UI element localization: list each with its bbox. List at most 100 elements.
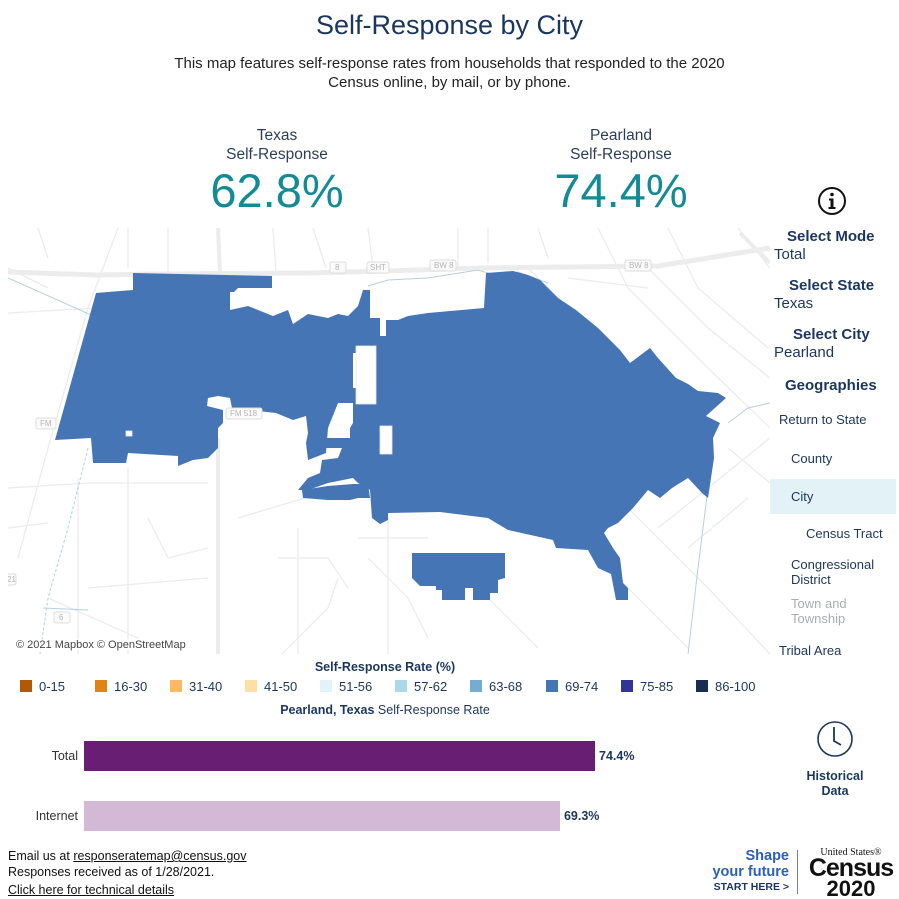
legend-label: 69-74	[565, 679, 599, 694]
legend-swatch	[395, 680, 407, 692]
select-mode-dropdown[interactable]: Total	[774, 246, 806, 263]
subtitle-line-2: Census online, by mail, or by phone.	[328, 74, 571, 91]
historical-label-line-2: Data	[821, 784, 849, 798]
svg-text:SHT: SHT	[370, 263, 386, 272]
legend-label: 57-62	[414, 679, 448, 694]
svg-text:FM: FM	[40, 419, 52, 428]
geo-town-and-township: Town and Township	[791, 596, 847, 626]
legend-swatch	[170, 680, 182, 692]
geo-return-to-state[interactable]: Return to State	[770, 412, 896, 427]
map-svg[interactable]: 8 SHT BW 8 BW 8 FM FM 518 21 6	[8, 228, 770, 654]
census-2020-logo: United States® Census 2020	[805, 848, 897, 899]
legend-label: 16-30	[114, 679, 148, 694]
shield-fm518: FM 518	[225, 407, 263, 420]
bar-chart-title-rest: Self-Response Rate	[374, 703, 490, 717]
shield-21: 21	[8, 573, 17, 586]
kpi-label-line-2: Self-Response	[570, 146, 672, 163]
bar-category-label: Total	[51, 749, 78, 763]
shield-fm: FM	[35, 417, 57, 430]
select-state-dropdown[interactable]: Texas	[774, 295, 813, 312]
shield-8: 8	[329, 261, 347, 274]
legend-swatch	[95, 680, 107, 692]
historical-label-line-1: Historical	[806, 769, 864, 783]
select-state-title: Select State	[789, 277, 875, 294]
kpi-value: 62.8%	[210, 164, 344, 217]
pearland-polygon-south[interactable]	[412, 553, 505, 600]
legend-label: 63-68	[489, 679, 523, 694]
branding-divider	[797, 850, 798, 894]
legend-item[interactable]: 0-15	[20, 679, 65, 694]
legend-swatch	[320, 680, 332, 692]
svg-text:21: 21	[8, 575, 16, 584]
geo-tribal-area[interactable]: Tribal Area	[770, 643, 896, 658]
kpi-label-line-1: Texas	[256, 127, 298, 144]
legend-swatch	[621, 680, 633, 692]
historical-data-label: Historical Data	[790, 769, 880, 799]
legend-item[interactable]: 63-68	[470, 679, 522, 694]
bar-total[interactable]	[84, 741, 595, 771]
kpi-value: 74.4%	[554, 164, 688, 217]
technical-details-link[interactable]: Click here for technical details	[8, 883, 174, 897]
city-self-response-kpi: Pearland Self-Response 74.4%	[511, 126, 731, 218]
responses-received-text: Responses received as of 1/28/2021.	[8, 865, 215, 879]
legend-item[interactable]: 16-30	[95, 679, 147, 694]
footer: Email us at responseratemap@census.gov R…	[8, 848, 247, 898]
geo-county[interactable]: County	[770, 451, 896, 466]
historical-data-button[interactable]: Historical Data	[790, 720, 880, 799]
svg-text:FM 518: FM 518	[230, 409, 258, 418]
map-canvas[interactable]: 8 SHT BW 8 BW 8 FM FM 518 21 6 © 2021 Ma…	[8, 228, 770, 654]
bar-chart-title-place: Pearland, Texas	[280, 703, 375, 717]
state-self-response-kpi: Texas Self-Response 62.8%	[167, 126, 387, 218]
svg-text:BW 8: BW 8	[434, 261, 454, 270]
legend-label: 51-56	[339, 679, 373, 694]
legend-item[interactable]: 69-74	[546, 679, 598, 694]
svg-text:BW 8: BW 8	[629, 261, 649, 270]
shape-line-1: Shape	[745, 848, 789, 864]
shield-sht: SHT	[366, 261, 390, 274]
email-link[interactable]: responseratemap@census.gov	[73, 849, 246, 863]
bar-category-label: Internet	[35, 809, 78, 823]
select-city-dropdown[interactable]: Pearland	[774, 344, 834, 361]
shield-bw8-2: BW 8	[624, 259, 652, 272]
kpi-label-line-1: Pearland	[589, 127, 653, 144]
legend-swatch	[696, 680, 708, 692]
legend-item[interactable]: 41-50	[245, 679, 297, 694]
legend-item[interactable]: 75-85	[621, 679, 673, 694]
kpi-label-line-2: Self-Response	[226, 146, 328, 163]
legend-item[interactable]: 51-56	[320, 679, 372, 694]
svg-text:6: 6	[59, 613, 64, 622]
legend-title: Self-Response Rate (%)	[314, 660, 456, 674]
email-prefix: Email us at	[8, 849, 74, 863]
legend-label: 41-50	[264, 679, 298, 694]
geographies-title: Geographies	[785, 377, 877, 394]
bar-value-label: 69.3%	[563, 809, 600, 823]
highway-ns	[216, 228, 222, 274]
legend-item[interactable]: 31-40	[170, 679, 222, 694]
page-subtitle: This map features self-response rates fr…	[0, 54, 899, 92]
page-title: Self-Response by City	[315, 10, 584, 40]
legend-label: 0-15	[39, 679, 66, 694]
bar-internet[interactable]	[84, 801, 560, 831]
clock-icon	[817, 721, 853, 757]
legend-item[interactable]: 57-62	[395, 679, 447, 694]
census-branding[interactable]: Shape your future START HERE > United St…	[708, 848, 898, 899]
legend-swatch	[546, 680, 558, 692]
legend-label: 75-85	[640, 679, 674, 694]
shape-line-2: your future	[712, 864, 789, 880]
start-here-link[interactable]: START HERE >	[708, 880, 789, 894]
select-city-title: Select City	[793, 326, 870, 343]
legend-swatch	[20, 680, 32, 692]
info-circle-icon[interactable]	[817, 186, 847, 216]
geo-congressional-district[interactable]: Congressional District	[770, 557, 880, 587]
shape-your-future-link[interactable]: Shape your future START HERE >	[708, 848, 789, 894]
legend-label: 86-100	[715, 679, 756, 694]
bar-value-label: 74.4%	[599, 749, 635, 763]
legend-item[interactable]: 86-100	[696, 679, 755, 694]
shield-6: 6	[53, 611, 71, 624]
bar-chart-title: Pearland, Texas Self-Response Rate	[0, 703, 770, 717]
geo-census-tract[interactable]: Census Tract	[770, 526, 896, 541]
shield-bw8-1: BW 8	[429, 259, 457, 272]
geo-city[interactable]: City	[770, 479, 896, 514]
map-attribution[interactable]: © 2021 Mapbox © OpenStreetMap	[14, 639, 188, 651]
select-mode-title: Select Mode	[787, 228, 875, 245]
